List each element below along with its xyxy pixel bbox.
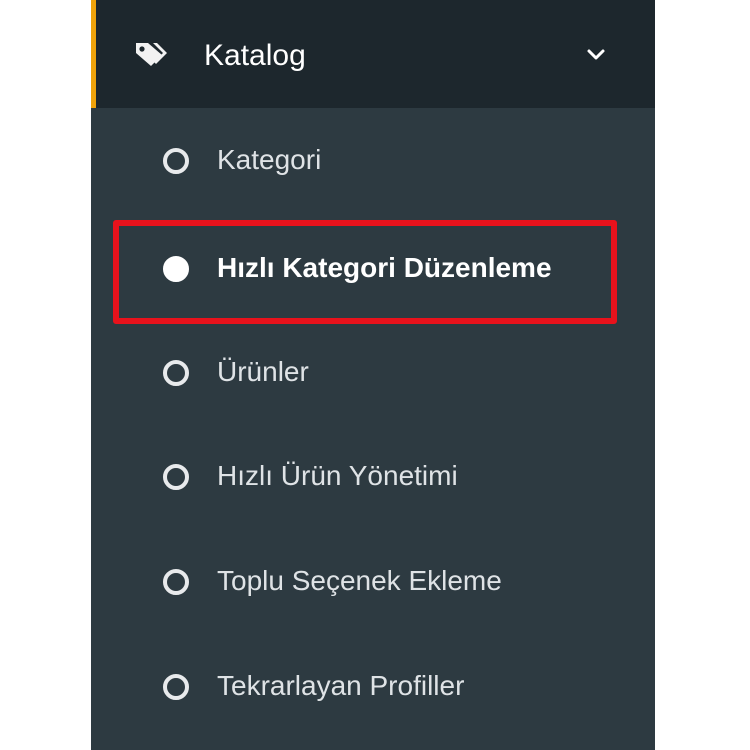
- catalog-menu-title: Katalog: [204, 39, 306, 72]
- menu-item-label: Ürünler: [217, 356, 309, 387]
- menu-item-tekrarlayan-profiller[interactable]: Tekrarlayan Profiller: [91, 634, 655, 738]
- circle-bullet-icon: [163, 569, 189, 595]
- circle-bullet-icon: [163, 464, 189, 490]
- highlight-box: [113, 220, 617, 324]
- circle-bullet-icon: [163, 360, 189, 386]
- menu-item-kategori[interactable]: Kategori: [91, 108, 655, 212]
- circle-bullet-icon: [163, 148, 189, 174]
- menu-item-label: Kategori: [217, 144, 322, 175]
- menu-item-label: Hızlı Ürün Yönetimi: [217, 460, 458, 491]
- menu-item-toplu-secenek-ekleme[interactable]: Toplu Seçenek Ekleme: [91, 529, 655, 633]
- menu-item-label: Toplu Seçenek Ekleme: [217, 565, 502, 596]
- menu-item-urunler[interactable]: Ürünler: [91, 320, 655, 424]
- circle-bullet-icon: [163, 674, 189, 700]
- sidebar-menu: Katalog Kategori Hızlı Kategori Düzenlem…: [91, 0, 655, 750]
- menu-item-hizli-urun-yonetimi[interactable]: Hızlı Ürün Yönetimi: [91, 424, 655, 528]
- catalog-menu-header[interactable]: Katalog: [91, 0, 655, 108]
- chevron-down-icon[interactable]: [586, 48, 606, 62]
- menu-item-label: Tekrarlayan Profiller: [217, 670, 465, 701]
- tag-icon: [136, 43, 167, 66]
